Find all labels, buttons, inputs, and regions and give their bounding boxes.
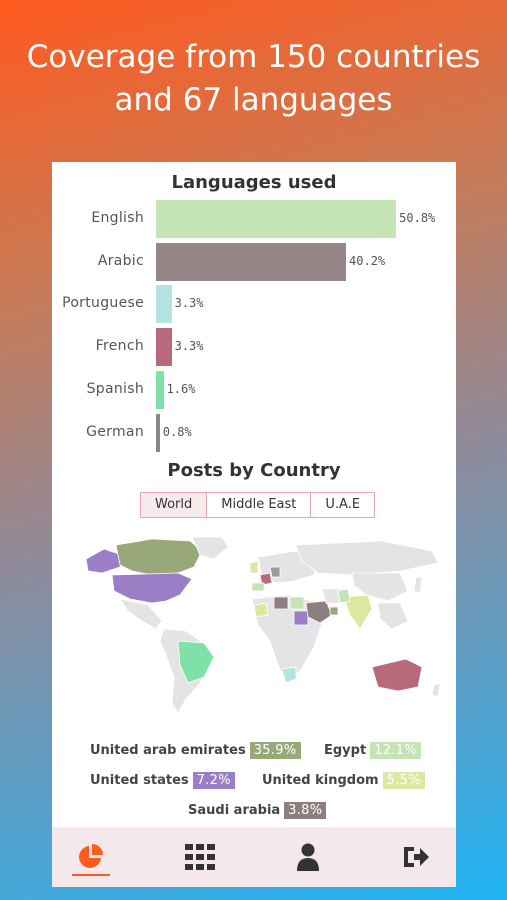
- legend-badge: 5.5%: [382, 772, 425, 789]
- bottom-navigation: [52, 827, 456, 887]
- legend-badge: 12.1%: [370, 742, 421, 759]
- map-west-africa: [253, 602, 269, 618]
- tab-uae[interactable]: U.A.E: [311, 493, 374, 517]
- language-row: Portuguese 3.3%: [52, 285, 456, 324]
- headline: Coverage from 150 countries and 67 langu…: [0, 36, 507, 122]
- map-new-zealand: [431, 682, 441, 698]
- map-spain: [251, 582, 265, 592]
- legend-label: United arab emirates: [90, 743, 246, 758]
- map-uk: [249, 560, 259, 574]
- map-pakistan: [337, 588, 351, 604]
- map-sudan: [293, 610, 309, 626]
- language-row: Spanish 1.6%: [52, 370, 456, 409]
- legend-badge: 3.8%: [284, 802, 327, 819]
- language-bar: [156, 370, 164, 409]
- legend-item-uae: United arab emirates 35.9%: [90, 742, 301, 759]
- legend-label: Egypt: [324, 743, 367, 758]
- legend-item-saudi: Saudi arabia 3.8%: [188, 802, 327, 819]
- logout-icon: [404, 847, 429, 867]
- nav-logout[interactable]: [396, 839, 436, 875]
- language-bar: [156, 328, 172, 367]
- countries-title: Posts by Country: [167, 460, 341, 481]
- language-label: French: [95, 338, 144, 355]
- language-percent: 1.6%: [166, 381, 196, 396]
- language-label: Spanish: [86, 380, 144, 397]
- language-label: English: [91, 210, 144, 226]
- nav-active-indicator: [72, 874, 110, 876]
- nav-stats[interactable]: [70, 839, 110, 875]
- region-segmented-control: World Middle East U.A.E: [140, 492, 376, 518]
- headline-line-2: and 67 languages: [114, 82, 393, 118]
- map-australia: [371, 658, 423, 692]
- language-percent: 50.8%: [399, 211, 436, 225]
- legend-item-egypt: Egypt 12.1%: [324, 742, 421, 759]
- language-percent: 3.3%: [174, 296, 204, 311]
- nav-profile[interactable]: [288, 839, 328, 875]
- legend-badge: 7.2%: [192, 772, 235, 789]
- language-row: German 0.8%: [52, 413, 456, 452]
- map-south-africa: [281, 666, 297, 684]
- language-bar: [156, 285, 172, 324]
- map-southeast-asia: [377, 602, 409, 630]
- user-icon: [297, 843, 319, 871]
- map-germany: [269, 566, 281, 578]
- map-russia: [295, 540, 439, 576]
- map-japan: [413, 576, 423, 594]
- language-percent: 40.2%: [349, 253, 386, 268]
- world-map: [85, 537, 441, 714]
- language-bar: [156, 413, 160, 452]
- pie-chart-icon: [79, 844, 103, 868]
- legend-item-uk: United kingdom 5.5%: [262, 772, 425, 789]
- map-egypt: [289, 596, 305, 610]
- headline-line-1: Coverage from 150 countries: [26, 39, 481, 75]
- legend-label: United states: [90, 773, 189, 788]
- map-usa: [111, 572, 193, 604]
- grid-icon: [185, 844, 215, 870]
- tab-middle-east[interactable]: Middle East: [207, 493, 312, 517]
- language-label: German: [86, 423, 144, 440]
- map-libya: [273, 596, 289, 610]
- language-label: Portuguese: [62, 295, 144, 312]
- stats-card: Languages used English 50.8% Arabic 40.2% Po…: [52, 162, 456, 887]
- languages-title: Languages used: [171, 172, 337, 193]
- language-row: English 50.8%: [52, 200, 456, 238]
- language-percent: 0.8%: [162, 424, 192, 439]
- map-mexico: [119, 598, 163, 630]
- map-canada: [115, 538, 203, 576]
- legend-badge: 35.9%: [249, 742, 301, 759]
- language-row: Arabic 40.2%: [52, 242, 456, 281]
- legend-item-usa: United states 7.2%: [90, 772, 235, 789]
- language-label: Arabic: [97, 252, 144, 269]
- legend-label: United kingdom: [262, 773, 379, 788]
- language-bar: [156, 242, 347, 281]
- map-alaska: [85, 548, 123, 574]
- legend-label: Saudi arabia: [188, 803, 281, 818]
- language-bar: [156, 200, 397, 238]
- language-percent: 3.3%: [174, 339, 204, 354]
- nav-grid[interactable]: [180, 839, 220, 875]
- tab-world[interactable]: World: [141, 493, 208, 517]
- map-uae: [329, 606, 339, 616]
- language-row: French 3.3%: [52, 328, 456, 367]
